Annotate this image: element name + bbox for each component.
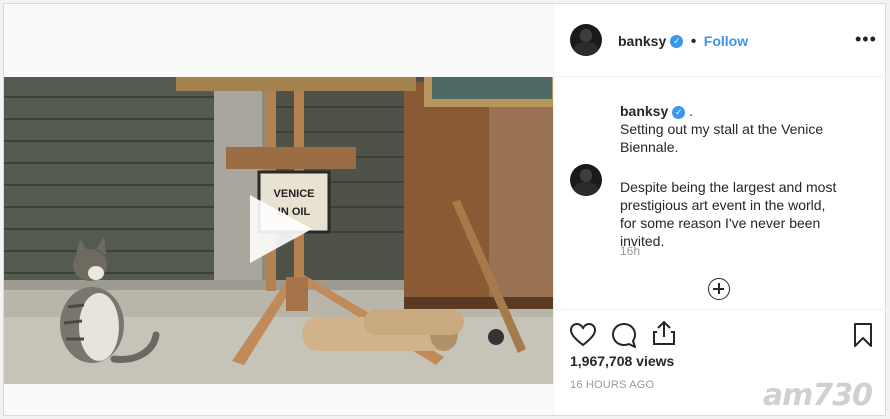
- views-count[interactable]: 1,967,708 views: [570, 353, 674, 369]
- header-user-row: banksy ✓ • Follow: [618, 33, 748, 51]
- instagram-post: VENICE IN OIL banksy ✓ • Follow ••• bank…: [3, 3, 886, 416]
- username-link[interactable]: banksy: [618, 33, 666, 49]
- follow-button[interactable]: Follow: [704, 33, 748, 49]
- bookmark-icon[interactable]: [854, 323, 872, 347]
- share-icon[interactable]: [652, 320, 676, 346]
- am730-watermark: am730: [762, 378, 873, 413]
- comment-avatar[interactable]: [570, 164, 602, 196]
- verified-badge-icon: ✓: [672, 105, 686, 119]
- caption-suffix: .: [689, 103, 694, 119]
- more-options-icon[interactable]: •••: [855, 30, 877, 48]
- heart-icon[interactable]: [570, 323, 596, 347]
- post-timestamp[interactable]: 16 HOURS AGO: [570, 379, 654, 391]
- comment-icon[interactable]: [611, 322, 637, 348]
- post-side-panel: banksy ✓ • Follow ••• banksy ✓ . Setting o…: [553, 4, 886, 415]
- caption-author-link[interactable]: banksy: [620, 103, 668, 119]
- play-icon[interactable]: [250, 195, 312, 263]
- comment-timestamp[interactable]: 16h: [620, 244, 640, 258]
- caption-text: Setting out my stall at the Venice Bienn…: [620, 121, 824, 155]
- caption-block: banksy ✓ . Setting out my stall at the Ve…: [620, 102, 845, 156]
- plus-circle-icon[interactable]: [708, 278, 730, 300]
- avatar[interactable]: [570, 24, 602, 56]
- post-media-area: VENICE IN OIL: [4, 4, 553, 415]
- caption-header: banksy ✓ .: [620, 102, 845, 120]
- video-player[interactable]: VENICE IN OIL: [4, 77, 553, 384]
- separator-dot: •: [690, 33, 697, 50]
- verified-badge-icon: ✓: [670, 35, 684, 49]
- comment-text: Despite being the largest and most prest…: [620, 179, 837, 249]
- post-header: banksy ✓ • Follow •••: [554, 4, 886, 77]
